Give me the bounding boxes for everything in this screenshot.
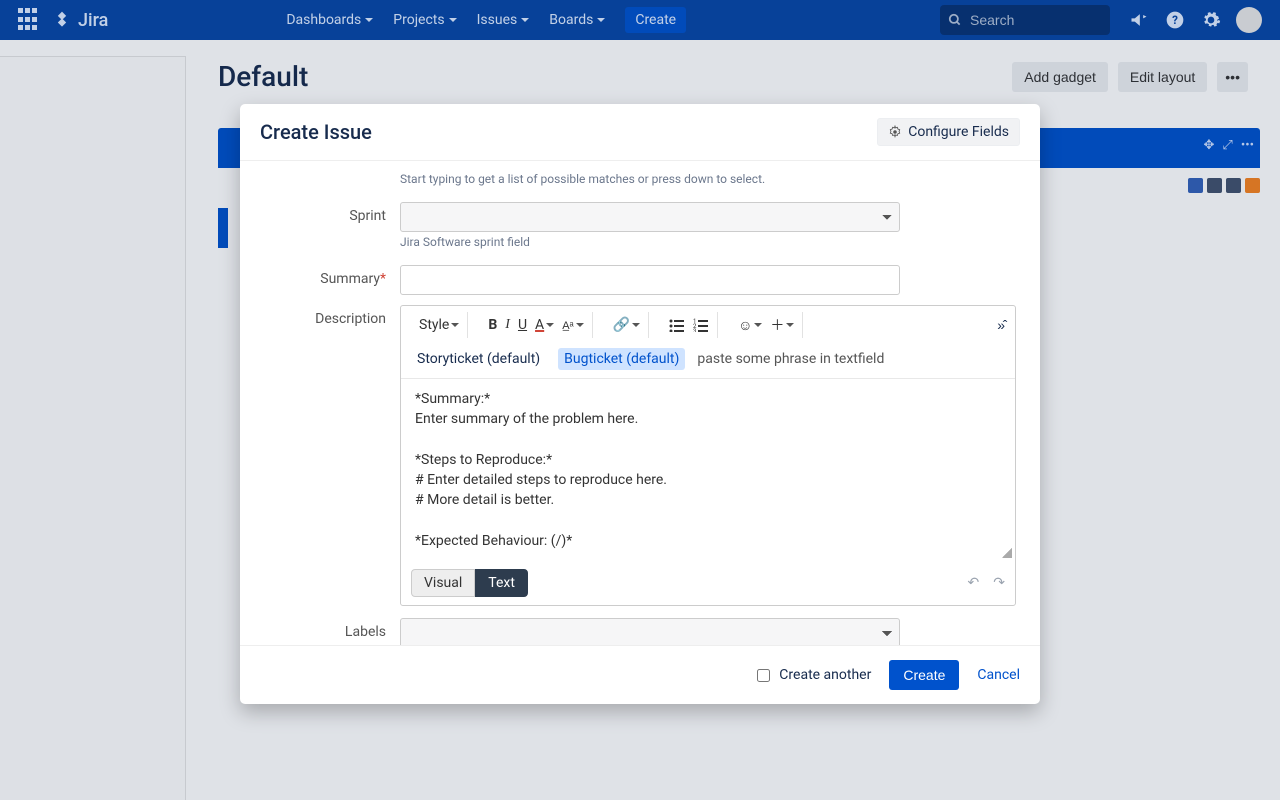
create-issue-modal: Create Issue Configure Fields Start typi…: [240, 104, 1040, 704]
summary-label: Summary: [320, 271, 380, 287]
storyticket-template[interactable]: Storyticket (default): [411, 348, 546, 370]
description-textarea[interactable]: *Summary:* Enter summary of the problem …: [401, 378, 1015, 561]
create-another-input[interactable]: [757, 669, 770, 682]
create-another-label: Create another: [779, 667, 871, 683]
chevron-down-icon: [546, 323, 554, 327]
numbered-list-button[interactable]: 123: [693, 318, 709, 332]
bold-button[interactable]: B: [488, 317, 497, 333]
italic-button[interactable]: I: [505, 317, 510, 333]
bugticket-template[interactable]: Bugticket (default): [558, 348, 685, 370]
svg-text:3: 3: [693, 328, 696, 332]
sprint-hint: Jira Software sprint field: [400, 235, 900, 249]
editor-mode-bar: Visual Text ↶ ↷: [401, 561, 1015, 605]
mode-text[interactable]: Text: [475, 569, 528, 597]
modal-body: Start typing to get a list of possible m…: [240, 160, 1040, 645]
chevron-down-icon: [632, 323, 640, 327]
modal-title: Create Issue: [260, 120, 372, 144]
insert-more-button[interactable]: ＋: [770, 315, 794, 335]
description-editor: Style B I U A A̲ᵃ 🔗: [400, 305, 1016, 606]
configure-fields-label: Configure Fields: [908, 124, 1009, 140]
sprint-select[interactable]: [400, 202, 900, 232]
link-button[interactable]: 🔗: [613, 317, 640, 333]
modal-header: Create Issue Configure Fields: [240, 104, 1040, 160]
style-dropdown[interactable]: Style: [419, 317, 459, 333]
template-hint: paste some phrase in textfield: [697, 351, 884, 367]
text-format-more-button[interactable]: A̲ᵃ: [562, 319, 583, 332]
create-another-checkbox[interactable]: Create another: [753, 666, 871, 685]
create-button[interactable]: Create: [889, 660, 959, 690]
editor-expand-icon[interactable]: »̂: [997, 317, 1005, 334]
gear-icon: [888, 125, 902, 139]
chevron-down-icon: [754, 323, 762, 327]
chevron-down-icon: [451, 323, 459, 327]
modal-footer: Create another Create Cancel: [240, 645, 1040, 704]
template-bar: Storyticket (default) Bugticket (default…: [401, 344, 1015, 378]
editor-toolbar: Style B I U A A̲ᵃ 🔗: [401, 306, 1015, 344]
underline-button[interactable]: U: [518, 317, 527, 333]
chevron-down-icon: [786, 323, 794, 327]
labels-select[interactable]: [400, 618, 900, 645]
mode-visual[interactable]: Visual: [411, 569, 475, 597]
redo-icon[interactable]: ↷: [993, 575, 1005, 591]
modal-overlay: Create Issue Configure Fields Start typi…: [0, 0, 1280, 800]
configure-fields-button[interactable]: Configure Fields: [877, 118, 1020, 146]
description-label: Description: [260, 305, 400, 327]
cancel-link[interactable]: Cancel: [977, 667, 1020, 683]
labels-label: Labels: [260, 618, 400, 640]
epic-link-hint: Start typing to get a list of possible m…: [400, 172, 900, 186]
sprint-label: Sprint: [260, 202, 400, 224]
undo-icon[interactable]: ↶: [968, 575, 980, 591]
bullet-list-button[interactable]: [669, 318, 685, 332]
emoji-button[interactable]: ☺: [738, 317, 762, 334]
chevron-down-icon: [576, 323, 584, 327]
summary-input[interactable]: [400, 265, 900, 295]
text-color-button[interactable]: A: [535, 317, 554, 333]
